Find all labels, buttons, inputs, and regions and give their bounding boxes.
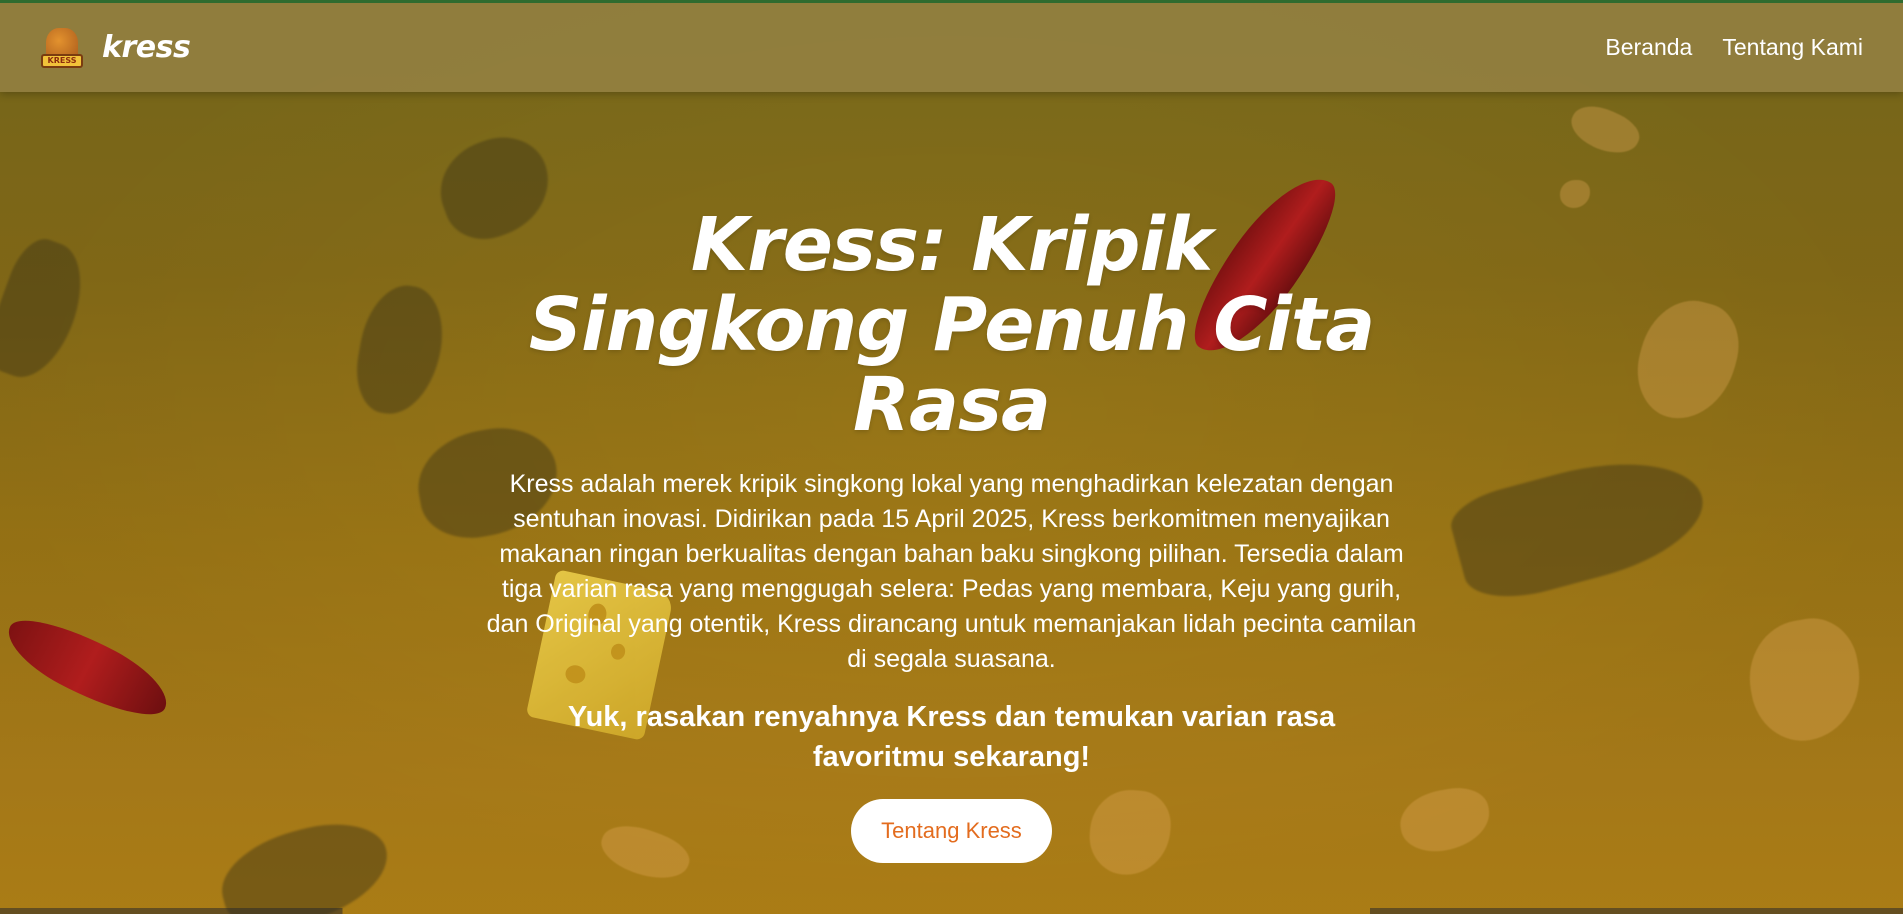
nav-links: Beranda Tentang Kami — [1605, 34, 1863, 61]
logo-icon[interactable]: KRESS — [40, 24, 84, 72]
hero-title: Kress: Kripik Singkong Penuh Cita Rasa — [528, 202, 1375, 448]
next-section-edge — [0, 908, 1903, 914]
tentang-kress-button[interactable]: Tentang Kress — [851, 799, 1052, 863]
navbar: KRESS kress Beranda Tentang Kami — [0, 0, 1903, 92]
hero-content: Kress: Kripik Singkong Penuh Cita Rasa K… — [0, 205, 1903, 863]
hero-description: Kress adalah merek kripik singkong lokal… — [486, 470, 1417, 673]
nav-link-beranda[interactable]: Beranda — [1605, 34, 1692, 61]
logo-badge-text: KRESS — [41, 53, 83, 68]
brand-name[interactable]: kress — [102, 30, 191, 65]
nav-link-tentang-kami[interactable]: Tentang Kami — [1722, 34, 1863, 61]
hero-cta-text: Yuk, rasakan renyahnya Kress dan temukan… — [567, 701, 1336, 773]
